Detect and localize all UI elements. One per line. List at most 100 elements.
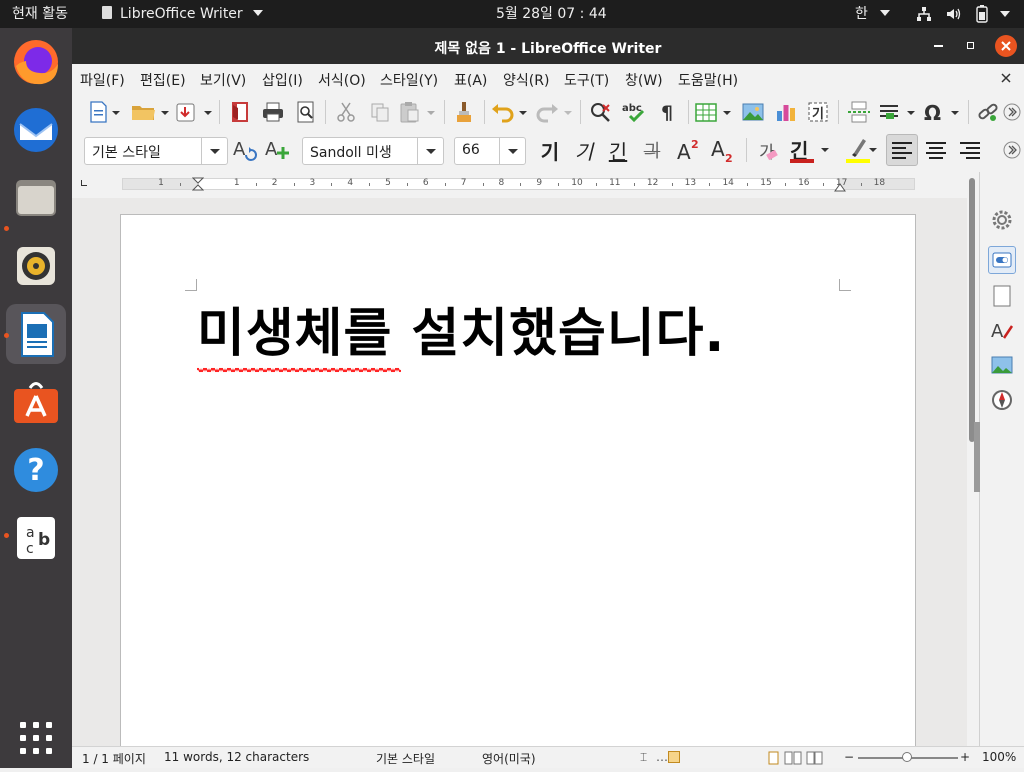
formatting-marks-button[interactable]: ¶: [654, 97, 682, 127]
horizontal-ruler[interactable]: 1 1 2 3 4 5 6 7 8 9 10 11 12 13 14 15 16 17 18: [72, 172, 967, 198]
paragraph-style-dropdown[interactable]: [201, 138, 227, 164]
app-menu[interactable]: LibreOffice Writer: [102, 0, 264, 28]
single-page-view-icon[interactable]: [768, 751, 780, 765]
document-page[interactable]: 미생체를 설치했습니다.: [120, 214, 916, 746]
superscript-button[interactable]: A2: [674, 135, 706, 165]
menu-styles[interactable]: 스타일(Y): [380, 70, 438, 90]
zoom-out-button[interactable]: −: [844, 750, 854, 764]
update-style-button[interactable]: A: [230, 135, 260, 165]
multi-page-view-icon[interactable]: [784, 751, 802, 765]
document-text[interactable]: 미생체를 설치했습니다.: [197, 295, 897, 373]
menu-help[interactable]: 도움말(H): [678, 70, 738, 90]
input-method-indicator[interactable]: 한: [855, 0, 891, 28]
align-left-button[interactable]: [886, 134, 918, 166]
dock-rhythmbox[interactable]: [6, 236, 66, 296]
underline-button[interactable]: 긴: [602, 135, 634, 165]
insert-mode-icon[interactable]: ⌶: [640, 750, 647, 765]
menu-tools[interactable]: 도구(T): [564, 70, 609, 90]
indent-marker-icon[interactable]: [192, 177, 204, 191]
insert-chart-button[interactable]: [772, 97, 800, 127]
menu-form[interactable]: 양식(R): [503, 70, 549, 90]
insert-table-button[interactable]: [694, 97, 734, 127]
tab-type-icon[interactable]: [81, 180, 87, 186]
selection-mode-icon[interactable]: …: [656, 750, 668, 764]
insert-page-break-button[interactable]: [844, 97, 874, 127]
font-name-dropdown[interactable]: [417, 138, 443, 164]
find-replace-button[interactable]: [586, 97, 616, 127]
save-button[interactable]: [174, 97, 214, 127]
clear-formatting-button[interactable]: 가: [752, 135, 782, 165]
bold-button[interactable]: 기: [534, 135, 566, 165]
navigator-icon[interactable]: [990, 388, 1014, 412]
document-area[interactable]: 미생체를 설치했습니다.: [72, 198, 967, 746]
menu-file[interactable]: 파일(F): [80, 70, 125, 90]
show-applications[interactable]: [6, 708, 66, 768]
menu-window[interactable]: 창(W): [625, 70, 663, 90]
sidebar-settings-icon[interactable]: [990, 208, 1014, 232]
menu-insert[interactable]: 삽입(I): [262, 70, 303, 90]
new-document-button[interactable]: [86, 97, 124, 127]
maximize-button[interactable]: [967, 42, 974, 49]
status-language[interactable]: 영어(미국): [482, 750, 536, 767]
cut-button[interactable]: [332, 97, 360, 127]
insert-textbox-button[interactable]: 기: [804, 97, 832, 127]
book-view-icon[interactable]: [806, 751, 824, 765]
gallery-icon[interactable]: [990, 353, 1014, 377]
print-preview-button[interactable]: [292, 97, 320, 127]
font-size-dropdown[interactable]: [499, 138, 525, 164]
close-button[interactable]: [995, 35, 1017, 57]
new-style-button[interactable]: A: [262, 135, 292, 165]
align-right-button[interactable]: [954, 135, 986, 165]
italic-button[interactable]: 기: [568, 135, 600, 165]
sidebar-collapse-handle[interactable]: [974, 422, 980, 492]
menu-table[interactable]: 표(A): [454, 70, 487, 90]
dock-files[interactable]: [6, 168, 66, 228]
paragraph-style-combo[interactable]: 기본 스타일: [84, 137, 228, 165]
subscript-button[interactable]: A2: [708, 135, 740, 165]
open-button[interactable]: [130, 97, 170, 127]
document-modified-icon[interactable]: [668, 751, 680, 763]
page-count[interactable]: 1 / 1 페이지: [82, 750, 146, 767]
activities-button[interactable]: 현재 활동: [12, 0, 68, 28]
toolbar-overflow-button[interactable]: [1002, 135, 1022, 165]
insert-image-button[interactable]: [738, 97, 768, 127]
zoom-slider[interactable]: [858, 752, 958, 762]
highlight-color-button[interactable]: [834, 135, 880, 165]
minimize-button[interactable]: [934, 45, 943, 47]
clone-formatting-button[interactable]: [450, 97, 478, 127]
title-bar[interactable]: 제목 없음 1 - LibreOffice Writer: [72, 28, 1024, 64]
spelling-button[interactable]: abc: [620, 97, 650, 127]
system-status-menu[interactable]: [912, 0, 1020, 28]
zoom-slider-thumb[interactable]: [902, 752, 912, 762]
scrollbar-thumb[interactable]: [969, 178, 975, 442]
page-icon[interactable]: [990, 284, 1014, 308]
font-size-combo[interactable]: 66: [454, 137, 526, 165]
dock-software[interactable]: [6, 372, 66, 432]
menu-format[interactable]: 서식(O): [318, 70, 366, 90]
insert-special-character-button[interactable]: Ω: [922, 97, 962, 127]
styles-icon[interactable]: A: [990, 318, 1014, 342]
insert-field-button[interactable]: [878, 97, 918, 127]
font-name-combo[interactable]: Sandoll 미생: [302, 137, 444, 165]
right-indent-marker-icon[interactable]: [834, 182, 846, 192]
redo-button[interactable]: [534, 97, 574, 127]
zoom-level[interactable]: 100%: [982, 750, 1016, 764]
copy-button[interactable]: [366, 97, 394, 127]
paste-button[interactable]: [398, 97, 438, 127]
dock-help[interactable]: ?: [6, 440, 66, 500]
insert-hyperlink-button[interactable]: [974, 97, 1002, 127]
undo-button[interactable]: [490, 97, 530, 127]
close-document-icon[interactable]: [1001, 73, 1011, 83]
font-color-button[interactable]: 긴: [786, 135, 832, 165]
export-pdf-button[interactable]: [226, 97, 254, 127]
clock[interactable]: 5월 28일 07 : 44: [496, 0, 607, 28]
dock-language-support[interactable]: acb: [6, 508, 66, 568]
zoom-in-button[interactable]: +: [960, 750, 970, 764]
dock-firefox[interactable]: [6, 32, 66, 92]
align-center-button[interactable]: [920, 135, 952, 165]
dock-thunderbird[interactable]: [6, 100, 66, 160]
word-count[interactable]: 11 words, 12 characters: [164, 750, 309, 764]
sidebar-properties-button[interactable]: [988, 246, 1016, 274]
dock-libreoffice-writer[interactable]: [6, 304, 66, 364]
print-button[interactable]: [258, 97, 288, 127]
